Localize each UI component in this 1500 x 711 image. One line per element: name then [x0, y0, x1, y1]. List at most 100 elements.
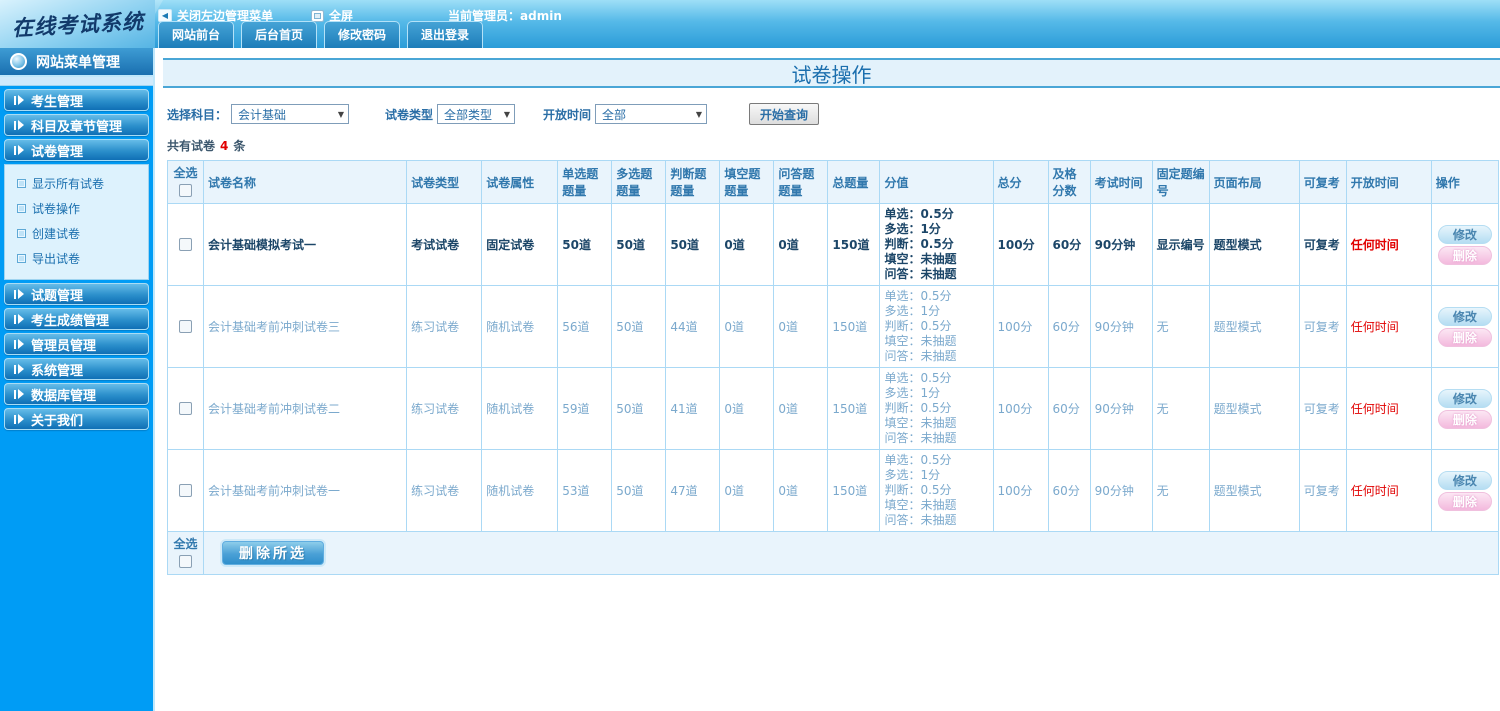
papers-table: 全选 试卷名称 试卷类型 试卷属性 单选题题量 多选题题量 判断题题量 填空题题量 问答题题量总…	[166, 160, 1500, 575]
sidebar: 网站菜单管理 考生管理 科目及章节管理 试卷管理 显示所有试卷 试卷操作 创建试卷 导出试…	[0, 48, 155, 711]
table-row: 会计基础考前冲刺试卷三 练习试卷 随机试卷 56道 50道 44道 0道 0道 …	[166, 285, 1500, 368]
delete-button[interactable]: 删除	[1437, 245, 1492, 265]
cell-fixed-number: 无	[1151, 367, 1210, 450]
sidebar-menu-top-3[interactable]: 试卷管理	[4, 139, 149, 161]
cell-qa-count: 0道	[773, 449, 829, 532]
nav-tab-2[interactable]: 后台首页	[241, 21, 318, 48]
nav-tab-3[interactable]: 修改密码	[324, 21, 401, 48]
delete-selected-button[interactable]: 删除所选	[222, 541, 325, 565]
sidebar-subitem-3[interactable]: 创建试卷	[17, 221, 148, 246]
row-select-cell	[166, 285, 205, 368]
cell-paper-attribute: 随机试卷	[481, 367, 559, 450]
cell-page-layout: 题型模式	[1208, 285, 1300, 368]
column-header-8: 填空题题量	[719, 160, 775, 204]
column-header-label: 固定题编号	[1156, 167, 1205, 198]
expand-arrow-icon	[14, 364, 24, 374]
delete-button[interactable]: 删除	[1437, 491, 1492, 511]
cell-total-questions: 150道	[827, 367, 881, 450]
column-header-12: 总分	[992, 160, 1049, 204]
column-header-4: 试卷属性	[481, 160, 559, 204]
sidebar-menu-bottom-6[interactable]: 关于我们	[4, 408, 149, 430]
open-time-select[interactable]: 全部 ▼	[595, 104, 708, 124]
cell-paper-type: 练习试卷	[406, 367, 483, 450]
delete-button[interactable]: 删除	[1437, 409, 1492, 429]
subitem-label: 显示所有试卷	[32, 177, 105, 191]
menu-label: 系统管理	[31, 363, 84, 379]
select-all-checkbox-header[interactable]	[179, 184, 192, 197]
edit-button[interactable]: 修改	[1437, 224, 1492, 244]
row-checkbox[interactable]	[179, 402, 192, 415]
nav-tab-4[interactable]: 退出登录	[407, 21, 484, 48]
cell-fill-blank-count: 0道	[719, 203, 775, 286]
edit-button[interactable]: 修改	[1437, 470, 1492, 490]
cell-actions: 修改 删除	[1430, 449, 1500, 532]
top-header-bar: 在线考试系统 ◀ 关闭左边管理菜单 全屏 当前管理员：admin 网站前台 后台首…	[0, 0, 1500, 48]
cell-exam-time: 90分钟	[1089, 203, 1153, 286]
expand-arrow-icon	[14, 314, 24, 324]
filter-row: 选择科目： 会计基础 ▼ 试卷类型 全部类型 ▼ 开放时间 全部 ▼ 开始查询	[167, 103, 1500, 125]
column-header-label: 填空题题量	[724, 167, 761, 198]
page-title: 试卷操作	[163, 58, 1500, 88]
sidebar-menu-bottom-3[interactable]: 管理员管理	[4, 333, 149, 355]
cell-paper-type: 练习试卷	[406, 449, 483, 532]
cell-qa-count: 0道	[773, 285, 829, 368]
row-checkbox[interactable]	[179, 484, 192, 497]
select-all-footer-cell: 全选	[166, 531, 205, 575]
row-select-cell	[166, 367, 205, 450]
sidebar-menu-bottom-4[interactable]: 系统管理	[4, 358, 149, 380]
sidebar-submenu: 显示所有试卷试卷操作创建试卷导出试卷	[4, 164, 149, 280]
sidebar-subitem-2[interactable]: 试卷操作	[17, 196, 148, 221]
square-bullet-icon	[17, 204, 26, 213]
menu-label: 试题管理	[31, 288, 84, 304]
column-header-1: 全选	[166, 160, 205, 204]
edit-button[interactable]: 修改	[1437, 306, 1492, 326]
column-header-label: 总分	[997, 175, 1022, 190]
paper-type-select[interactable]: 全部类型 ▼	[437, 104, 516, 124]
subject-select[interactable]: 会计基础 ▼	[231, 104, 350, 124]
circle-icon	[10, 53, 27, 70]
open-time-select-value: 全部	[602, 107, 627, 122]
expand-arrow-icon	[14, 120, 24, 130]
cell-exam-time: 90分钟	[1089, 367, 1153, 450]
cell-single-choice-count: 53道	[557, 449, 613, 532]
cell-open-time: 任何时间	[1345, 367, 1432, 450]
column-header-label: 判断题题量	[670, 167, 707, 198]
menu-label: 数据库管理	[31, 388, 97, 404]
delete-button[interactable]: 删除	[1437, 327, 1492, 347]
search-button[interactable]: 开始查询	[749, 103, 820, 125]
sidebar-menu-bottom-1[interactable]: 试题管理	[4, 283, 149, 305]
cell-score-detail: 单选：0.5分 多选：1分 判断：0.5分 填空：未抽题 问答：未抽题	[879, 285, 994, 368]
select-all-checkbox-footer[interactable]	[179, 555, 192, 568]
cell-exam-time: 90分钟	[1089, 285, 1153, 368]
cell-single-choice-count: 56道	[557, 285, 613, 368]
column-header-3: 试卷类型	[406, 160, 483, 204]
sidebar-subitem-4[interactable]: 导出试卷	[17, 246, 148, 271]
sidebar-menus-top: 考生管理科目及章节管理 试卷管理	[0, 89, 153, 161]
sidebar-menu-bottom-2[interactable]: 考生成绩管理	[4, 308, 149, 330]
paper-count-line: 共有试卷 4 条	[167, 137, 1500, 154]
select-all-label: 全选	[173, 537, 198, 551]
expand-arrow-icon	[14, 289, 24, 299]
column-header-label: 多选题题量	[616, 167, 653, 198]
sidebar-subitem-1[interactable]: 显示所有试卷	[17, 171, 148, 196]
cell-paper-attribute: 固定试卷	[481, 203, 559, 286]
cell-total-score: 100分	[992, 367, 1049, 450]
subitem-label: 导出试卷	[32, 252, 81, 266]
menu-label: 管理员管理	[31, 338, 97, 354]
sidebar-menu-top-2[interactable]: 科目及章节管理	[4, 114, 149, 136]
cell-pass-score: 60分	[1047, 449, 1091, 532]
cell-fixed-number: 无	[1151, 285, 1210, 368]
square-bullet-icon	[17, 179, 26, 188]
row-checkbox[interactable]	[179, 238, 192, 251]
nav-tab-1[interactable]: 网站前台	[158, 21, 235, 48]
cell-multi-choice-count: 50道	[611, 285, 667, 368]
sidebar-menu-top-1[interactable]: 考生管理	[4, 89, 149, 111]
column-header-9: 问答题题量	[773, 160, 829, 204]
sidebar-menu-bottom-5[interactable]: 数据库管理	[4, 383, 149, 405]
cell-page-layout: 题型模式	[1208, 367, 1300, 450]
count-value: 4	[220, 139, 229, 153]
edit-button[interactable]: 修改	[1437, 388, 1492, 408]
subitem-label: 创建试卷	[32, 227, 81, 241]
column-header-label: 考试时间	[1094, 175, 1143, 190]
row-checkbox[interactable]	[179, 320, 192, 333]
